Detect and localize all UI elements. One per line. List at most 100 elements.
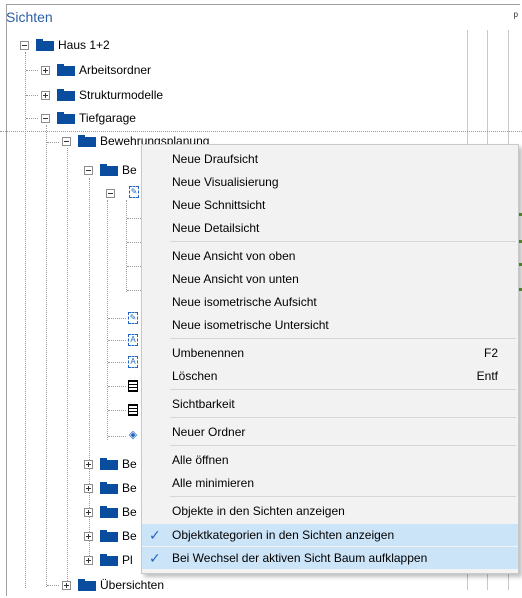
tree-line bbox=[108, 410, 126, 411]
expand-icon[interactable] bbox=[62, 580, 71, 590]
tree-node-label: Übersichten bbox=[100, 578, 165, 592]
check-icon: ✓ bbox=[149, 527, 161, 543]
section-view-icon: A bbox=[128, 356, 138, 368]
tree-node-strukturmodelle[interactable]: Strukturmodelle bbox=[41, 85, 163, 105]
folder-icon bbox=[100, 482, 118, 494]
menu-item-isometrische-untersicht[interactable]: Neue isometrische Untersicht bbox=[142, 314, 518, 336]
tree-line bbox=[108, 362, 126, 363]
tree-line bbox=[126, 200, 127, 292]
expand-icon[interactable] bbox=[84, 483, 93, 493]
collapse-icon[interactable] bbox=[20, 40, 29, 50]
menu-separator bbox=[170, 338, 516, 339]
list-icon bbox=[128, 380, 138, 392]
folder-icon bbox=[36, 39, 54, 51]
tree-node-label: Pl bbox=[122, 553, 133, 567]
tree-node-be-3[interactable]: Be bbox=[84, 478, 137, 498]
tree-node-label: Arbeitsordner bbox=[79, 63, 152, 77]
pin-icon[interactable]: ᵖ bbox=[513, 9, 518, 23]
tree-line bbox=[127, 218, 141, 219]
tree-node-label: Strukturmodelle bbox=[79, 88, 164, 102]
check-icon: ✓ bbox=[149, 550, 161, 566]
menu-item-objekte-anzeigen[interactable]: Objekte in den Sichten anzeigen bbox=[142, 500, 518, 522]
tree-line bbox=[108, 340, 126, 341]
tree-node-uebersichten[interactable]: Übersichten bbox=[62, 575, 164, 595]
tree-node-label: Haus 1+2 bbox=[58, 38, 110, 52]
menu-item-neuer-ordner[interactable]: Neuer Ordner bbox=[142, 421, 518, 443]
tree-node-pl[interactable]: Pl bbox=[84, 550, 133, 570]
tree-line bbox=[127, 290, 141, 291]
tree-node-be-2[interactable]: Be bbox=[84, 454, 137, 474]
tree-line bbox=[127, 266, 141, 267]
tree-node-arbeitsordner[interactable]: Arbeitsordner bbox=[41, 60, 151, 80]
tree-line bbox=[46, 125, 47, 587]
menu-item-neue-draufsicht[interactable]: Neue Draufsicht bbox=[142, 148, 518, 170]
folder-icon bbox=[57, 64, 75, 76]
tree-node-be-4[interactable]: Be bbox=[84, 502, 137, 522]
view-icon: ✎ bbox=[129, 186, 139, 198]
menu-item-sichtbarkeit[interactable]: Sichtbarkeit bbox=[142, 393, 518, 415]
expand-icon[interactable] bbox=[84, 531, 93, 541]
collapse-icon[interactable] bbox=[84, 165, 93, 175]
menu-item-alle-oeffnen[interactable]: Alle öffnen bbox=[142, 449, 518, 471]
menu-item-neue-visualisierung[interactable]: Neue Visualisierung bbox=[142, 171, 518, 193]
tree-line bbox=[26, 118, 38, 119]
folder-icon bbox=[78, 579, 96, 591]
collapse-icon[interactable] bbox=[62, 136, 71, 146]
menu-separator bbox=[170, 389, 516, 390]
isometric-view-icon: ◈ bbox=[128, 429, 138, 441]
tree-line bbox=[108, 386, 126, 387]
expand-icon[interactable] bbox=[41, 90, 50, 100]
list-icon bbox=[128, 404, 138, 416]
menu-item-loeschen[interactable]: Löschen Entf bbox=[142, 365, 518, 387]
folder-icon bbox=[100, 530, 118, 542]
tree-node-label: Be bbox=[122, 163, 137, 177]
shortcut-label: Entf bbox=[476, 369, 498, 383]
menu-item-objektkategorien-anzeigen[interactable]: ✓ Objektkategorien in den Sichten anzeige… bbox=[142, 524, 518, 546]
menu-item-neue-detailsicht[interactable]: Neue Detailsicht bbox=[142, 217, 518, 239]
drop-indicator-line bbox=[0, 131, 522, 132]
panel-title: Sichten bbox=[6, 9, 53, 25]
collapse-icon[interactable] bbox=[41, 113, 50, 123]
folder-icon bbox=[100, 458, 118, 470]
folder-icon bbox=[57, 112, 75, 124]
menu-separator bbox=[170, 241, 516, 242]
section-view-icon: A bbox=[128, 334, 138, 346]
folder-icon bbox=[78, 135, 96, 147]
tree-node-label: Be bbox=[122, 481, 137, 495]
tree-line bbox=[25, 52, 26, 588]
tree-node-be-5[interactable]: Be bbox=[84, 526, 137, 546]
tree-node-label: Be bbox=[122, 457, 137, 471]
tree-line bbox=[127, 242, 141, 243]
menu-separator bbox=[170, 445, 516, 446]
expand-icon[interactable] bbox=[41, 65, 50, 75]
menu-item-isometrische-aufsicht[interactable]: Neue isometrische Aufsicht bbox=[142, 291, 518, 313]
tree-line bbox=[47, 585, 59, 586]
collapse-icon[interactable] bbox=[106, 188, 115, 198]
tree-node-be-1[interactable]: Be bbox=[84, 160, 137, 180]
menu-item-ansicht-von-oben[interactable]: Neue Ansicht von oben bbox=[142, 245, 518, 267]
menu-separator bbox=[170, 496, 516, 497]
tree-node-sub[interactable] bbox=[106, 183, 122, 203]
menu-item-alle-minimieren[interactable]: Alle minimieren bbox=[142, 472, 518, 494]
tree-line bbox=[67, 148, 68, 585]
menu-item-baum-aufklappen[interactable]: ✓ Bei Wechsel der aktiven Sicht Baum aufk… bbox=[142, 547, 518, 569]
folder-icon bbox=[100, 554, 118, 566]
tree-node-tiefgarage[interactable]: Tiefgarage bbox=[41, 108, 136, 128]
tree-line bbox=[108, 318, 126, 319]
folder-icon bbox=[100, 506, 118, 518]
menu-item-neue-schnittsicht[interactable]: Neue Schnittsicht bbox=[142, 194, 518, 216]
folder-icon bbox=[57, 89, 75, 101]
menu-item-umbenennen[interactable]: Umbenennen F2 bbox=[142, 342, 518, 364]
tree-line bbox=[26, 95, 38, 96]
tree-node-haus[interactable]: Haus 1+2 bbox=[20, 35, 110, 55]
tree-line bbox=[26, 70, 38, 71]
menu-item-ansicht-von-unten[interactable]: Neue Ansicht von unten bbox=[142, 268, 518, 290]
menu-separator bbox=[170, 417, 516, 418]
tree-line bbox=[107, 200, 108, 440]
tree-line bbox=[47, 142, 59, 143]
tree-node-label: Tiefgarage bbox=[79, 111, 136, 125]
expand-icon[interactable] bbox=[84, 459, 93, 469]
expand-icon[interactable] bbox=[84, 555, 93, 565]
expand-icon[interactable] bbox=[84, 507, 93, 517]
tree-node-label: Be bbox=[122, 529, 137, 543]
